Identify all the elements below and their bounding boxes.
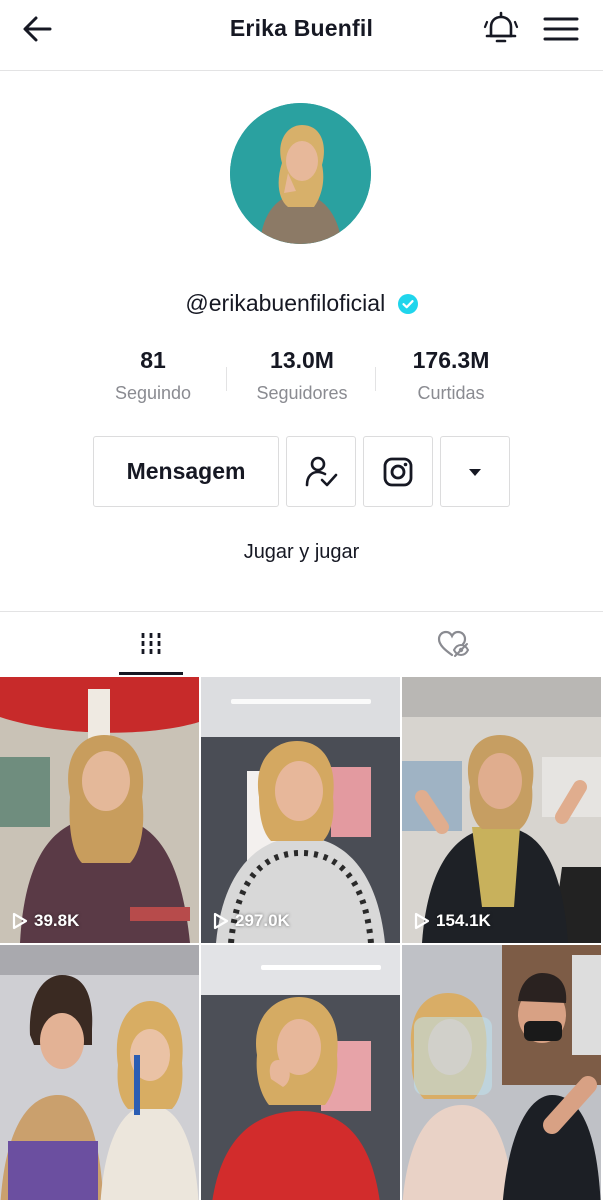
stat-value: 176.3M — [412, 347, 490, 373]
play-icon — [12, 912, 28, 930]
view-count-text: 154.1K — [436, 911, 491, 930]
profile-handle-row: @erikabuenfiloficial — [0, 289, 603, 317]
stat-following[interactable]: 81 Seguindo — [78, 345, 228, 404]
liked-hidden-icon — [437, 630, 469, 657]
video-thumbnail[interactable]: 39.8K — [0, 677, 199, 943]
profile-bio: Jugar y jugar — [243, 541, 360, 563]
instagram-button[interactable] — [363, 436, 433, 507]
hamburger-menu-icon — [543, 17, 579, 41]
view-count: 39.8K — [12, 911, 79, 931]
stat-value: 81 — [140, 347, 166, 373]
avatar[interactable] — [230, 103, 371, 244]
video-thumbnail[interactable]: 297.0K — [201, 677, 400, 943]
video-thumbnail[interactable] — [402, 945, 601, 1200]
play-icon — [213, 912, 229, 930]
notifications-button[interactable] — [481, 8, 521, 48]
grid-videos-icon — [141, 633, 160, 655]
stat-label: Seguidores — [256, 383, 348, 403]
stat-label: Seguindo — [114, 383, 192, 403]
menu-button[interactable] — [541, 10, 581, 50]
view-count: 297.0K — [213, 911, 290, 931]
tab-liked[interactable] — [302, 612, 603, 676]
profile-stats: 81 Seguindo 13.0M Seguidores 176.3M Curt… — [78, 345, 526, 415]
instagram-icon — [383, 457, 413, 486]
tab-videos[interactable] — [0, 612, 301, 676]
stat-label: Curtidas — [417, 383, 485, 403]
stat-followers[interactable]: 13.0M Seguidores — [227, 345, 377, 404]
top-bar: Erika Buenfil — [0, 0, 603, 71]
video-thumbnail[interactable] — [201, 945, 400, 1200]
profile-handle: @erikabuenfiloficial — [185, 290, 386, 317]
view-count-text: 297.0K — [235, 911, 290, 930]
following-check-icon — [305, 456, 338, 486]
message-button[interactable]: Mensagem — [93, 436, 279, 507]
verified-badge-icon — [397, 293, 418, 314]
video-thumbnail[interactable] — [0, 945, 199, 1200]
bell-icon — [483, 11, 519, 43]
following-button[interactable] — [286, 436, 356, 507]
view-count: 154.1K — [414, 911, 491, 931]
video-thumbnail[interactable]: 154.1K — [402, 677, 601, 943]
content-tabs — [0, 611, 603, 676]
stat-value: 13.0M — [270, 347, 334, 373]
play-icon — [414, 912, 430, 930]
view-count-text: 39.8K — [34, 911, 80, 930]
more-options-button[interactable] — [440, 436, 510, 507]
dropdown-caret-icon — [469, 468, 481, 476]
video-grid: 39.8K 297.0K 154.1K — [0, 677, 603, 1200]
stat-likes[interactable]: 176.3M Curtidas — [376, 345, 526, 404]
active-tab-indicator — [119, 672, 183, 675]
